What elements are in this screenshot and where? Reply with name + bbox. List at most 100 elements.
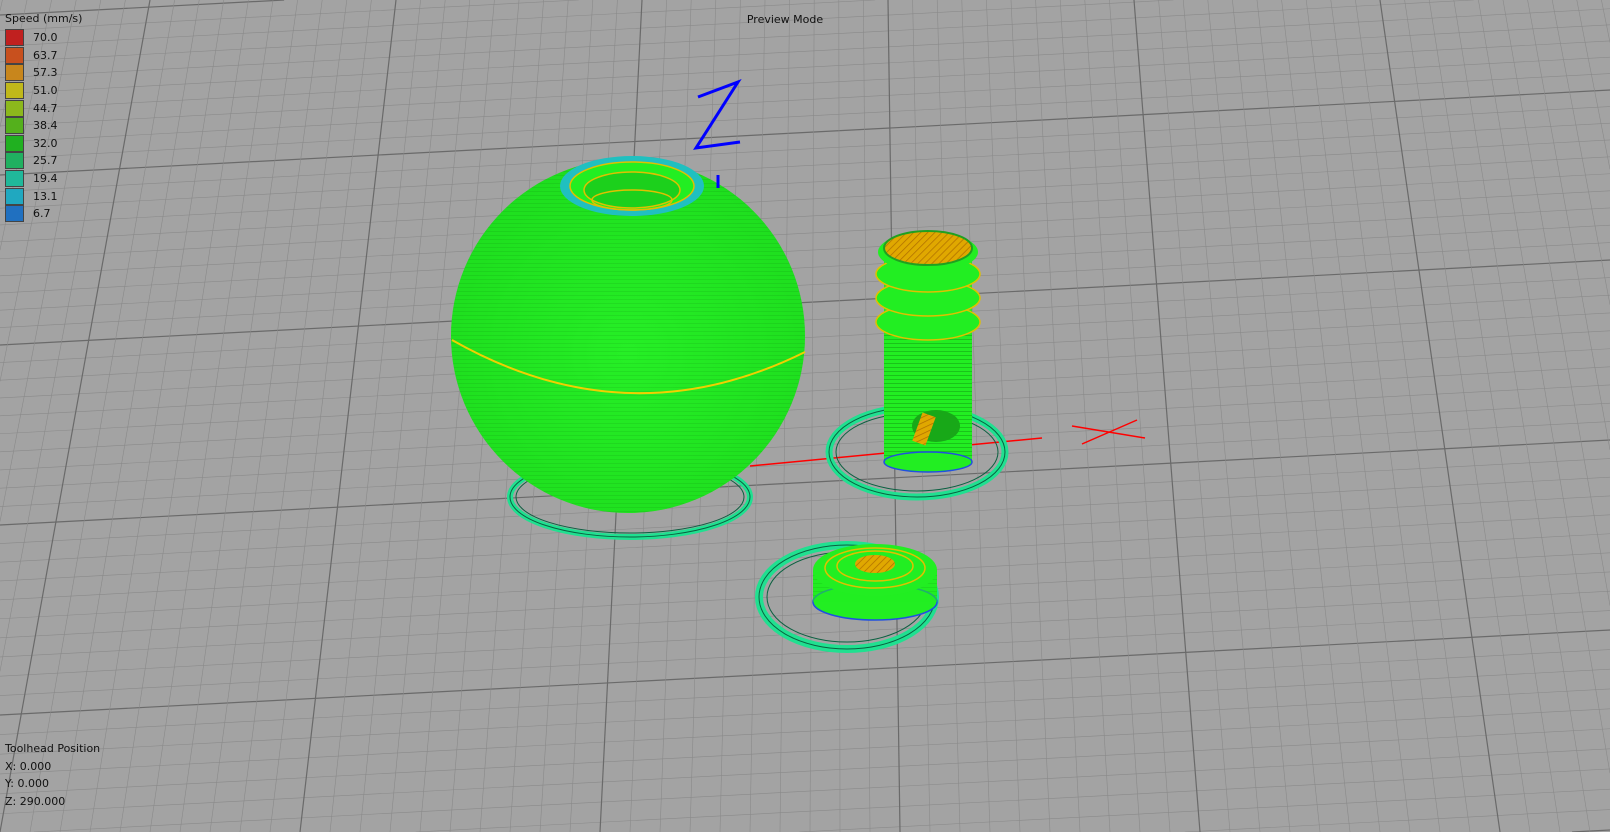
grid-line	[0, 207, 1610, 294]
grid-line	[389, 0, 471, 832]
legend-value: 51.0	[33, 84, 58, 98]
grid-line	[0, 514, 1610, 601]
legend-item: 38.4	[5, 117, 82, 135]
grid-line	[0, 173, 1610, 260]
grid-line	[0, 402, 1610, 489]
grid-line	[799, 788, 1610, 832]
grid-line	[34, 748, 1610, 832]
grid-line	[1084, 0, 1141, 832]
screw-model	[875, 230, 981, 473]
grid-line	[1428, 0, 1561, 832]
grid-line	[0, 495, 1610, 582]
sphere-model	[451, 156, 806, 513]
legend-item: 63.7	[5, 46, 82, 65]
grid-line	[0, 0, 1174, 63]
grid-line	[1305, 0, 1411, 832]
grid-line	[0, 89, 1610, 176]
disc-model	[812, 544, 938, 621]
grid-line	[0, 421, 1610, 507]
toolhead-z: Z: 290.000	[5, 794, 66, 808]
grid-line	[0, 590, 1610, 677]
preview-mode-title: Preview Mode	[746, 13, 824, 26]
legend-swatch	[5, 99, 24, 117]
legend-value: 70.0	[33, 31, 58, 45]
grid-line	[1232, 0, 1321, 832]
legend-swatch	[5, 46, 24, 64]
grid-line	[1184, 809, 1610, 832]
grid-line	[986, 0, 1021, 832]
toolhead-x: X: 0.000	[5, 759, 52, 773]
grid-line	[415, 768, 1610, 832]
legend-swatch	[5, 152, 24, 170]
grid-line	[0, 73, 1610, 159]
grid-line	[0, 366, 1610, 453]
grid-line	[209, 0, 323, 832]
grid-line	[809, 0, 815, 832]
grid-line	[1527, 0, 1610, 450]
grid-line	[1453, 0, 1591, 832]
legend-swatch	[5, 29, 24, 47]
grid-line	[329, 0, 421, 832]
grid-line	[359, 0, 446, 832]
toolhead-position: Toolhead Position X: 0.000 Y: 0.000 Z: 2…	[5, 740, 100, 810]
grid-line	[0, 106, 1610, 192]
grid-line	[1109, 0, 1171, 832]
grid-line	[0, 156, 1610, 243]
legend-item: 13.1	[5, 187, 82, 205]
legend-item: 6.7	[5, 205, 82, 223]
grid-line	[1207, 0, 1291, 832]
legend-item: 51.0	[5, 82, 82, 100]
grid-line	[1035, 0, 1081, 832]
grid-line	[838, 0, 841, 832]
grid-line	[1478, 0, 1610, 774]
grid-line	[1182, 0, 1261, 832]
grid-line	[1379, 0, 1501, 832]
grid-line	[269, 0, 372, 832]
grid-line	[0, 190, 1610, 277]
legend-item: 57.3	[5, 64, 82, 82]
legend-value: 13.1	[33, 189, 58, 203]
grid-line	[1551, 0, 1610, 305]
legend-swatch	[5, 170, 24, 188]
grid-line	[0, 348, 1610, 435]
grid-line	[0, 312, 1610, 399]
speed-legend: Speed (mm/s) 70.0 63.7 57.3 51.0 44.7 38.4 32.…	[5, 12, 82, 223]
grid-line	[179, 0, 298, 832]
legend-item: 70.0	[5, 29, 82, 47]
grid-line	[1601, 0, 1610, 43]
grid-line	[0, 294, 1610, 381]
legend-swatch	[5, 117, 24, 135]
legend-swatch	[5, 134, 24, 152]
legend-value: 57.3	[33, 66, 58, 80]
build-plate-grid	[0, 0, 1610, 832]
grid-line	[0, 330, 1610, 417]
grid-line	[0, 224, 1610, 311]
legend-value: 38.4	[33, 119, 58, 133]
legend-item: 25.7	[5, 152, 82, 170]
grid-line	[0, 277, 1610, 363]
grid-line	[0, 40, 1610, 127]
grid-line	[1158, 0, 1231, 832]
grid-line	[0, 0, 3, 12]
legend-swatch	[5, 64, 24, 82]
grid-line	[0, 533, 1610, 620]
grid-line	[299, 0, 397, 832]
legend-value: 32.0	[33, 136, 58, 150]
3d-preview-viewport[interactable]	[0, 0, 1610, 832]
grid-line	[0, 259, 1610, 346]
toolhead-label: Toolhead Position	[5, 742, 101, 755]
grid-line	[0, 56, 1610, 143]
legend-item: 19.4	[5, 170, 82, 188]
grid-line	[119, 0, 249, 832]
legend-value: 63.7	[33, 48, 58, 62]
legend-swatch	[5, 205, 24, 223]
z-axis-label-icon	[692, 79, 742, 188]
legend-value: 25.7	[33, 154, 58, 168]
legend-swatch	[5, 187, 24, 205]
grid-line	[0, 552, 1610, 639]
legend-value: 19.4	[33, 172, 58, 186]
grid-line	[149, 0, 274, 832]
grid-line	[1256, 0, 1351, 832]
legend-title: Speed (mm/s)	[5, 12, 83, 25]
toolhead-y: Y: 0.000	[5, 777, 49, 790]
